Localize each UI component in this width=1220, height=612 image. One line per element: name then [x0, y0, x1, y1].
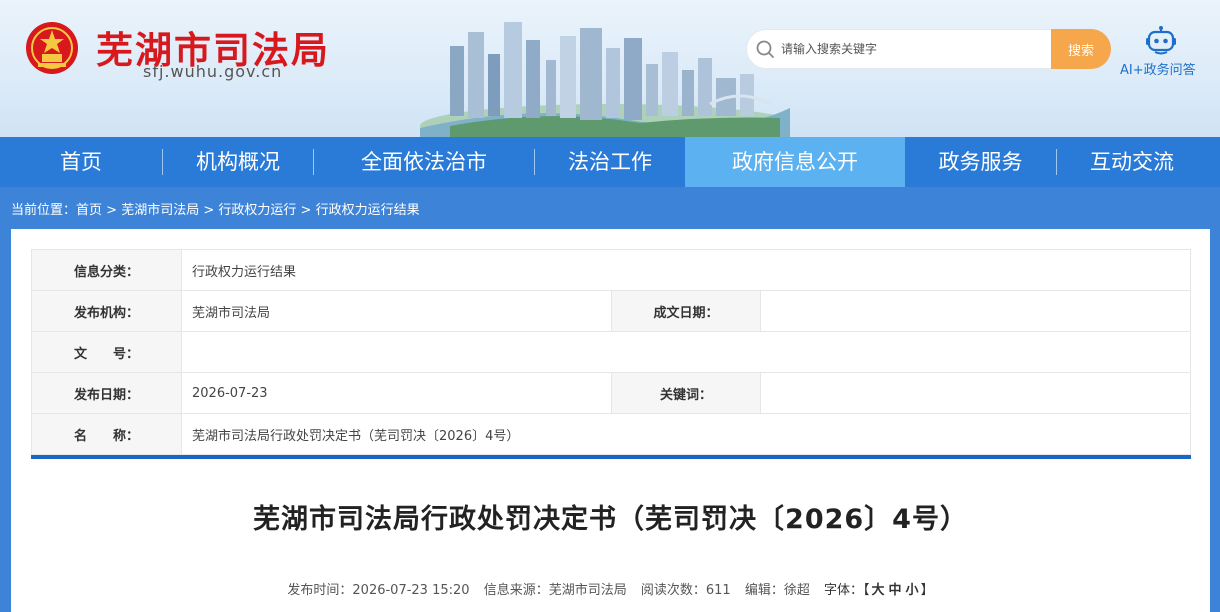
- publisher-value: 芜湖市司法局: [181, 290, 612, 332]
- national-emblem-icon: [26, 22, 78, 74]
- doc-no-value: [181, 331, 1191, 373]
- content-panel: 信息分类： 行政权力运行结果 发布机构： 芜湖市司法局 成文日期： 文 号： 发…: [11, 229, 1210, 612]
- breadcrumb-item-results[interactable]: 行政权力运行结果: [316, 203, 420, 218]
- editor: 编辑：徐超: [744, 583, 810, 598]
- nav-item-about[interactable]: 机构概况: [163, 137, 313, 187]
- font-medium-button[interactable]: 中: [889, 583, 902, 598]
- font-size-bracket-open: 【: [863, 583, 870, 598]
- view-count: 阅读次数：611: [640, 583, 731, 598]
- font-size-label: 字体：: [823, 583, 863, 598]
- breadcrumb-separator: >: [102, 203, 122, 218]
- nav-item-gov-info[interactable]: 政府信息公开: [685, 137, 905, 187]
- font-small-button[interactable]: 小: [906, 583, 919, 598]
- breadcrumb-separator: >: [199, 203, 219, 218]
- font-size-control: 字体：【大中小】: [824, 583, 934, 598]
- main-nav: 首页 机构概况 全面依法治市 法治工作 政府信息公开 政务服务 互动交流: [0, 137, 1220, 187]
- font-large-button[interactable]: 大: [872, 583, 885, 598]
- keywords-label: 关键词：: [611, 372, 761, 414]
- ai-qa-link[interactable]: AI+政务问答: [1120, 59, 1196, 78]
- nav-item-interaction[interactable]: 互动交流: [1057, 137, 1207, 187]
- category-value: 行政权力运行结果: [181, 249, 1191, 291]
- robot-icon[interactable]: [1145, 26, 1177, 56]
- written-date-value: [760, 290, 1191, 332]
- breadcrumb-item-admin-power[interactable]: 行政权力运行: [218, 203, 296, 218]
- article-title: 芜湖市司法局行政处罚决定书（芜司罚决〔2026〕4号）: [253, 504, 968, 535]
- written-date-label: 成文日期：: [611, 290, 761, 332]
- doc-no-label: 文 号：: [31, 331, 182, 373]
- search-icon: [756, 40, 774, 58]
- breadcrumb-item-home[interactable]: 首页: [76, 203, 102, 218]
- info-meta-table: 信息分类： 行政权力运行结果 发布机构： 芜湖市司法局 成文日期： 文 号： 发…: [31, 249, 1191, 455]
- publish-time: 发布时间：2026-07-23 15:20: [287, 583, 470, 598]
- breadcrumb: 当前位置：首页 > 芜湖市司法局 > 行政权力运行 > 行政权力运行结果: [11, 199, 420, 218]
- nav-item-legal-work[interactable]: 法治工作: [535, 137, 685, 187]
- breadcrumb-separator: >: [296, 203, 316, 218]
- name-value: 芜湖市司法局行政处罚决定书（芜司罚决〔2026〕4号）: [181, 413, 1191, 455]
- search-input[interactable]: [781, 38, 1041, 60]
- keywords-value: [760, 372, 1191, 414]
- publish-date-label: 发布日期：: [31, 372, 182, 414]
- search-box: [746, 29, 1052, 69]
- name-label: 名 称：: [31, 413, 182, 455]
- site-header: 芜湖市司法局 sfj.wuhu.gov.cn 搜索 AI+政务问答: [0, 0, 1220, 137]
- nav-item-rule-of-law[interactable]: 全面依法治市: [314, 137, 534, 187]
- search-button[interactable]: 搜索: [1051, 29, 1111, 69]
- breadcrumb-item-bureau[interactable]: 芜湖市司法局: [121, 203, 199, 218]
- site-domain: sfj.wuhu.gov.cn: [143, 62, 283, 81]
- category-label: 信息分类：: [31, 249, 182, 291]
- info-source: 信息来源：芜湖市司法局: [483, 583, 627, 598]
- article-meta: 发布时间：2026-07-23 15:20 信息来源：芜湖市司法局 阅读次数：6…: [11, 579, 1210, 598]
- city-skyline-banner: [420, 22, 790, 137]
- nav-item-home[interactable]: 首页: [0, 137, 162, 187]
- nav-item-services[interactable]: 政务服务: [905, 137, 1056, 187]
- breadcrumb-prefix: 当前位置：: [11, 203, 77, 218]
- publish-date-value: 2026-07-23: [181, 372, 612, 414]
- meta-divider-bar: [31, 455, 1191, 459]
- publisher-label: 发布机构：: [31, 290, 182, 332]
- font-size-bracket-close: 】: [920, 583, 934, 598]
